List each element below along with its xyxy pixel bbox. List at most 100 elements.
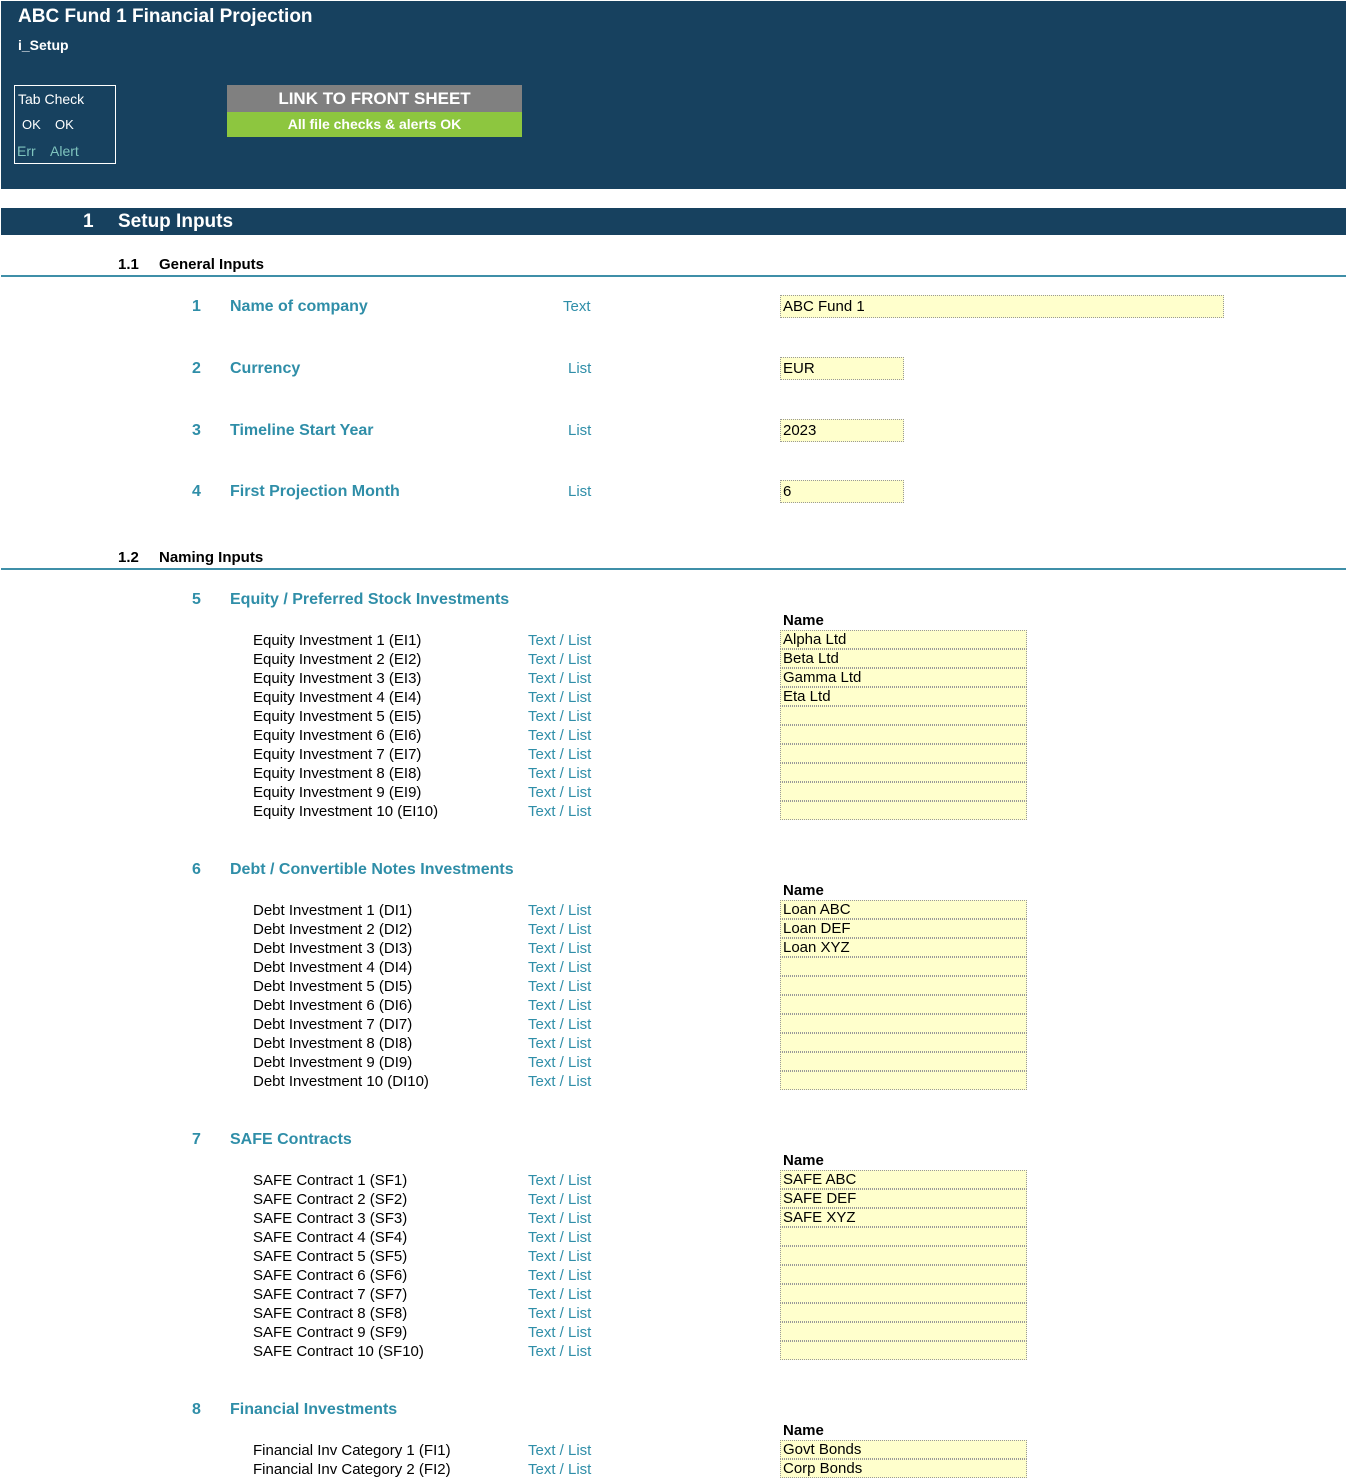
row-input-type: Text / List — [528, 784, 592, 801]
first-projection-month-select[interactable]: 6 — [780, 480, 904, 503]
name-input-cell[interactable] — [780, 1341, 1027, 1360]
row-input-type: Text / List — [528, 1229, 592, 1246]
row-label: Equity Investment 10 (EI10) — [253, 803, 439, 820]
row-input-type: Text / List — [528, 902, 592, 919]
row-label: Financial Inv Category 1 (FI1) — [253, 1442, 451, 1459]
name-input-cell[interactable]: SAFE ABC — [780, 1170, 1027, 1189]
item-number: 3 — [192, 422, 201, 439]
name-input-cell[interactable] — [780, 1071, 1027, 1090]
input-type: List — [568, 360, 592, 377]
group-number: 5 — [192, 591, 201, 608]
name-input-cell[interactable]: Loan XYZ — [780, 938, 1027, 957]
row-label: Debt Investment 9 (DI9) — [253, 1054, 413, 1071]
name-input-cell[interactable]: Corp Bonds — [780, 1459, 1027, 1478]
name-input-cell[interactable] — [780, 1033, 1027, 1052]
name-input-cell[interactable] — [780, 763, 1027, 782]
company-name-input[interactable]: ABC Fund 1 — [780, 295, 1224, 318]
name-input-cell[interactable] — [780, 1284, 1027, 1303]
name-input-cell[interactable]: Eta Ltd — [780, 687, 1027, 706]
subsection-title: Naming Inputs — [159, 549, 264, 566]
row-input-type: Text / List — [528, 978, 592, 995]
row-label: Equity Investment 4 (EI4) — [253, 689, 422, 706]
name-input-cell[interactable] — [780, 1265, 1027, 1284]
row-label: Equity Investment 3 (EI3) — [253, 670, 422, 687]
name-input-cell[interactable] — [780, 801, 1027, 820]
name-input-cell[interactable] — [780, 1322, 1027, 1341]
timeline-start-year-select[interactable]: 2023 — [780, 419, 904, 442]
name-input-cell[interactable]: Govt Bonds — [780, 1440, 1027, 1459]
tab-check-err: Err — [17, 143, 36, 159]
row-input-type: Text / List — [528, 708, 592, 725]
name-input-cell[interactable] — [780, 706, 1027, 725]
row-label: SAFE Contract 7 (SF7) — [253, 1286, 408, 1303]
currency-select[interactable]: EUR — [780, 357, 904, 380]
row-input-type: Text / List — [528, 1054, 592, 1071]
name-column-header: Name — [783, 882, 824, 899]
row-input-type: Text / List — [528, 1305, 592, 1322]
name-input-cell[interactable]: Loan DEF — [780, 919, 1027, 938]
company-name-label: Name of company — [230, 298, 368, 315]
name-input-cell[interactable]: SAFE DEF — [780, 1189, 1027, 1208]
name-input-cell[interactable]: Alpha Ltd — [780, 630, 1027, 649]
row-label: Debt Investment 1 (DI1) — [253, 902, 413, 919]
row-input-type: Text / List — [528, 1172, 592, 1189]
name-column-header: Name — [783, 1422, 824, 1439]
name-input-cell[interactable] — [780, 995, 1027, 1014]
file-checks-status: All file checks & alerts OK — [227, 112, 522, 137]
row-input-type: Text / List — [528, 1461, 592, 1478]
row-input-type: Text / List — [528, 1210, 592, 1227]
first-projection-month-label: First Projection Month — [230, 483, 400, 500]
row-label: SAFE Contract 5 (SF5) — [253, 1248, 408, 1265]
item-number: 4 — [192, 483, 201, 500]
row-input-type: Text / List — [528, 727, 592, 744]
link-to-front-sheet-button[interactable]: LINK TO FRONT SHEET — [227, 85, 522, 112]
name-input-cell[interactable] — [780, 782, 1027, 801]
name-input-cell[interactable] — [780, 725, 1027, 744]
row-label: SAFE Contract 8 (SF8) — [253, 1305, 408, 1322]
row-input-type: Text / List — [528, 670, 592, 687]
name-input-cell[interactable] — [780, 1227, 1027, 1246]
row-label: Equity Investment 8 (EI8) — [253, 765, 422, 782]
name-input-cell[interactable]: Loan ABC — [780, 900, 1027, 919]
name-input-cell[interactable]: SAFE XYZ — [780, 1208, 1027, 1227]
sheet-name: i_Setup — [18, 37, 69, 53]
name-input-cell[interactable] — [780, 744, 1027, 763]
name-input-cell[interactable] — [780, 957, 1027, 976]
row-label: Equity Investment 5 (EI5) — [253, 708, 422, 725]
group-title-safe: SAFE Contracts — [230, 1131, 352, 1148]
row-label: Debt Investment 2 (DI2) — [253, 921, 413, 938]
name-input-cell[interactable] — [780, 1014, 1027, 1033]
name-input-cell[interactable]: Gamma Ltd — [780, 668, 1027, 687]
tab-check-title: Tab Check — [18, 91, 85, 107]
row-label: Debt Investment 5 (DI5) — [253, 978, 413, 995]
row-input-type: Text / List — [528, 765, 592, 782]
row-label: Debt Investment 6 (DI6) — [253, 997, 413, 1014]
subsection-general-inputs: 1.1 General Inputs — [1, 255, 1346, 277]
row-label: SAFE Contract 6 (SF6) — [253, 1267, 408, 1284]
subsection-title: General Inputs — [159, 256, 265, 273]
row-input-type: Text / List — [528, 632, 592, 649]
name-input-cell[interactable] — [780, 1303, 1027, 1322]
row-input-type: Text / List — [528, 689, 592, 706]
row-input-type: Text / List — [528, 959, 592, 976]
app-title: ABC Fund 1 Financial Projection — [18, 6, 313, 27]
section-setup-inputs: 1 Setup Inputs — [1, 208, 1346, 235]
name-input-cell[interactable] — [780, 1246, 1027, 1265]
group-number: 6 — [192, 861, 201, 878]
row-input-type: Text / List — [528, 1324, 592, 1341]
name-input-cell[interactable] — [780, 1052, 1027, 1071]
row-label: Debt Investment 3 (DI3) — [253, 940, 413, 957]
tab-check-box: Tab Check OK OK Err Alert — [14, 85, 116, 164]
row-label: SAFE Contract 1 (SF1) — [253, 1172, 408, 1189]
row-label: SAFE Contract 3 (SF3) — [253, 1210, 408, 1227]
row-label: SAFE Contract 10 (SF10) — [253, 1343, 424, 1360]
row-input-type: Text / List — [528, 803, 592, 820]
input-type: List — [568, 422, 592, 439]
section-title: Setup Inputs — [118, 211, 234, 232]
row-label: SAFE Contract 2 (SF2) — [253, 1191, 408, 1208]
input-type: Text — [563, 298, 591, 315]
name-input-cell[interactable] — [780, 976, 1027, 995]
name-input-cell[interactable]: Beta Ltd — [780, 649, 1027, 668]
group-number: 7 — [192, 1131, 201, 1148]
row-input-type: Text / List — [528, 1016, 592, 1033]
